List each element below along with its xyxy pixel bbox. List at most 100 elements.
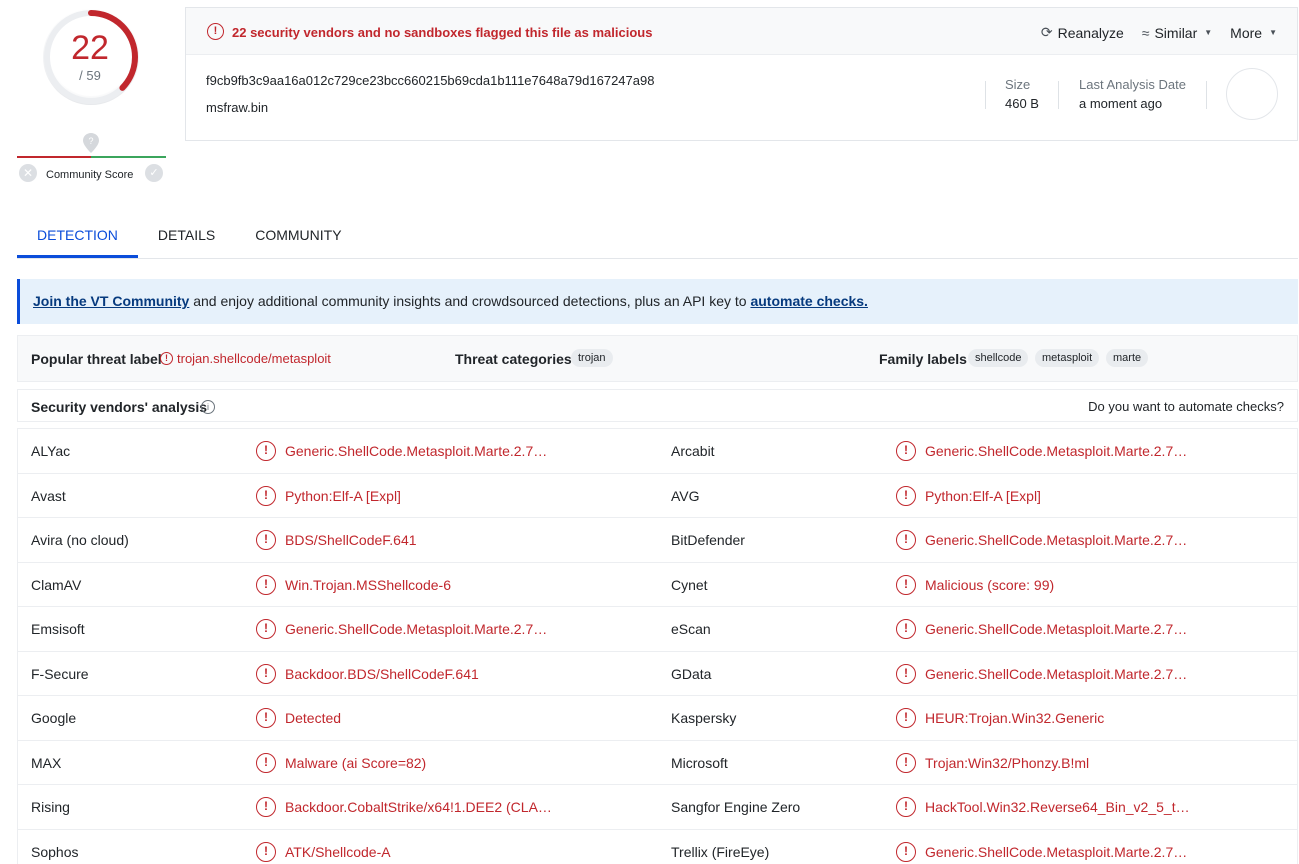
date-value: a moment ago <box>1079 96 1163 111</box>
alert-icon: ! <box>256 663 276 684</box>
detection-result: ! Generic.ShellCode.Metasploit.Marte.2.7… <box>896 841 1187 862</box>
vendor-name: Sangfor Engine Zero <box>671 799 801 815</box>
community-score-label: Community Score <box>46 169 134 181</box>
info-icon[interactable]: i <box>201 400 215 414</box>
vendor-name: Avira (no cloud) <box>31 532 129 548</box>
table-row: Avast ! Python:Elf-A [Expl] AVG ! Python:E… <box>18 474 1297 518</box>
alert-icon: ! <box>896 619 916 639</box>
table-row: MAX ! Malware (ai Score=82) Microsoft ! Tr… <box>18 741 1297 785</box>
date-label: Last Analysis Date <box>1079 77 1186 92</box>
svg-text:?: ? <box>88 136 93 146</box>
report-tabs: DETECTION DETAILS COMMUNITY <box>17 214 1298 259</box>
vendor-name: Emsisoft <box>31 621 85 637</box>
divider <box>985 81 986 109</box>
alert-icon: ! <box>256 530 276 550</box>
automate-checks-prompt[interactable]: Do you want to automate checks? <box>1088 399 1284 414</box>
vendor-results-table: ALYac ! Generic.ShellCode.Metasploit.Mart… <box>17 428 1298 864</box>
vendor-name: Sophos <box>31 843 79 860</box>
detection-result: ! Backdoor.BDS/ShellCodeF.641 <box>256 663 479 684</box>
vendor-name: Trellix (FireEye) <box>671 843 770 860</box>
vendor-name: MAX <box>31 754 62 771</box>
vendor-name: ALYac <box>31 443 71 459</box>
alert-icon: ! <box>256 441 276 461</box>
community-score-good-bar <box>91 156 166 158</box>
vendor-name: AVG <box>671 487 700 504</box>
detection-result: ! HEUR:Trojan.Win32.Generic <box>896 708 1104 728</box>
detection-result: ! Generic.ShellCode.Metasploit.Marte.2.7… <box>896 441 1187 461</box>
alert-icon: ! <box>256 485 276 506</box>
category-chip[interactable]: trojan <box>571 349 613 367</box>
alert-icon: ! <box>896 708 916 728</box>
result-label: Generic.ShellCode.Metasploit.Marte.2.7… <box>285 443 548 459</box>
detection-score-gauge: 22 / 59 <box>40 6 142 108</box>
more-dropdown[interactable]: More ▼ <box>1230 24 1277 41</box>
table-row: Rising ! Backdoor.CobaltStrike/x64!1.DEE2… <box>18 785 1297 830</box>
vendor-name: Cynet <box>671 576 708 593</box>
file-hash[interactable]: f9cb9fb3c9aa16a012c729ce23bcc660215b69cd… <box>206 73 654 88</box>
similar-dropdown[interactable]: ≈ Similar ▼ <box>1142 24 1212 41</box>
similar-icon: ≈ <box>1141 24 1150 41</box>
result-label: Generic.ShellCode.Metasploit.Marte.2.7… <box>925 665 1188 682</box>
table-row: Avira (no cloud) ! BDS/ShellCodeF.641 Bit… <box>18 518 1297 563</box>
alert-icon: ! <box>896 485 916 506</box>
alert-icon: ! <box>207 23 224 40</box>
family-chip[interactable]: marte <box>1106 349 1149 367</box>
detection-result: ! HackTool.Win32.Reverse64_Bin_v2_5_t… <box>896 797 1190 817</box>
detection-result: ! Malicious (score: 99) <box>896 574 1054 595</box>
tab-detection[interactable]: DETECTION <box>17 214 138 258</box>
vendor-name: Microsoft <box>671 754 728 771</box>
join-community-link[interactable]: Join the VT Community <box>33 293 189 309</box>
detection-result: ! Generic.ShellCode.Metasploit.Marte.2.7… <box>896 619 1187 639</box>
alert-icon: ! <box>256 708 276 728</box>
vote-harmful-icon[interactable]: ✕ <box>19 164 37 182</box>
result-label: BDS/ShellCodeF.641 <box>285 532 417 548</box>
file-name: msfraw.bin <box>206 100 269 115</box>
summary-alert-bar: ! 22 security vendors and no sandboxes f… <box>186 8 1297 55</box>
alert-icon: ! <box>256 797 276 817</box>
community-banner: Join the VT Community and enjoy addition… <box>17 279 1298 324</box>
alert-icon: ! <box>256 752 276 773</box>
result-label: Win.Trojan.MSShellcode-6 <box>285 576 451 593</box>
automate-checks-link[interactable]: automate checks. <box>750 293 868 309</box>
tab-community[interactable]: COMMUNITY <box>235 214 361 258</box>
detection-result: ! Trojan:Win32/Phonzy.B!ml <box>896 752 1090 773</box>
family-chip[interactable]: metasploit <box>1035 349 1100 367</box>
detection-result: ! Win.Trojan.MSShellcode-6 <box>256 574 451 595</box>
detection-result: ! ATK/Shellcode-A <box>256 841 391 862</box>
similar-label: Similar <box>1154 24 1198 41</box>
reanalyze-button[interactable]: ⟳ Reanalyze <box>1041 24 1124 41</box>
table-row: ClamAV ! Win.Trojan.MSShellcode-6 Cynet !… <box>18 563 1297 607</box>
vendors-analysis-title: Security vendors' analysis <box>31 399 208 415</box>
detection-result: ! Generic.ShellCode.Metasploit.Marte.2.7… <box>896 663 1188 684</box>
alert-icon: ! <box>896 530 916 550</box>
alert-icon: ! <box>256 574 276 595</box>
chevron-down-icon: ▼ <box>1204 28 1213 37</box>
detection-result: ! Python:Elf-A [Expl] <box>256 485 401 506</box>
tab-details[interactable]: DETAILS <box>138 214 235 258</box>
popular-threat-value: trojan.shellcode/metasploit <box>177 351 331 366</box>
family-chip[interactable]: shellcode <box>968 349 1029 367</box>
popular-threat-label[interactable]: ! trojan.shellcode/metasploit <box>160 351 331 366</box>
vote-harmless-icon[interactable]: ✓ <box>145 164 163 182</box>
banner-text: and enjoy additional community insights … <box>189 293 751 309</box>
question-pin-icon: ? <box>83 133 99 153</box>
detection-result: ! BDS/ShellCodeF.641 <box>256 530 417 550</box>
table-row: Emsisoft ! Generic.ShellCode.Metasploit.M… <box>18 607 1297 652</box>
engine-total: / 59 <box>79 68 101 83</box>
result-label: Generic.ShellCode.Metasploit.Marte.2.7… <box>925 443 1188 459</box>
more-label: More <box>1230 24 1263 41</box>
table-row: F-Secure ! Backdoor.BDS/ShellCodeF.641 GD… <box>18 652 1297 696</box>
alert-icon: ! <box>896 841 916 862</box>
vendor-name: GData <box>671 665 712 682</box>
last-analysis-date: Last Analysis Date a moment ago <box>1079 77 1186 111</box>
alert-icon: ! <box>160 352 173 365</box>
result-label: HackTool.Win32.Reverse64_Bin_v2_5_t… <box>925 799 1190 815</box>
table-row: ALYac ! Generic.ShellCode.Metasploit.Mart… <box>18 429 1297 474</box>
result-label: HEUR:Trojan.Win32.Generic <box>925 710 1105 726</box>
table-row: Sophos ! ATK/Shellcode-A Trellix (FireEye… <box>18 830 1297 864</box>
divider <box>1206 81 1207 109</box>
vendor-name: Google <box>31 710 77 726</box>
result-label: Trojan:Win32/Phonzy.B!ml <box>925 754 1090 771</box>
refresh-icon: ⟳ <box>1040 24 1053 40</box>
vendor-name: Avast <box>31 487 66 504</box>
